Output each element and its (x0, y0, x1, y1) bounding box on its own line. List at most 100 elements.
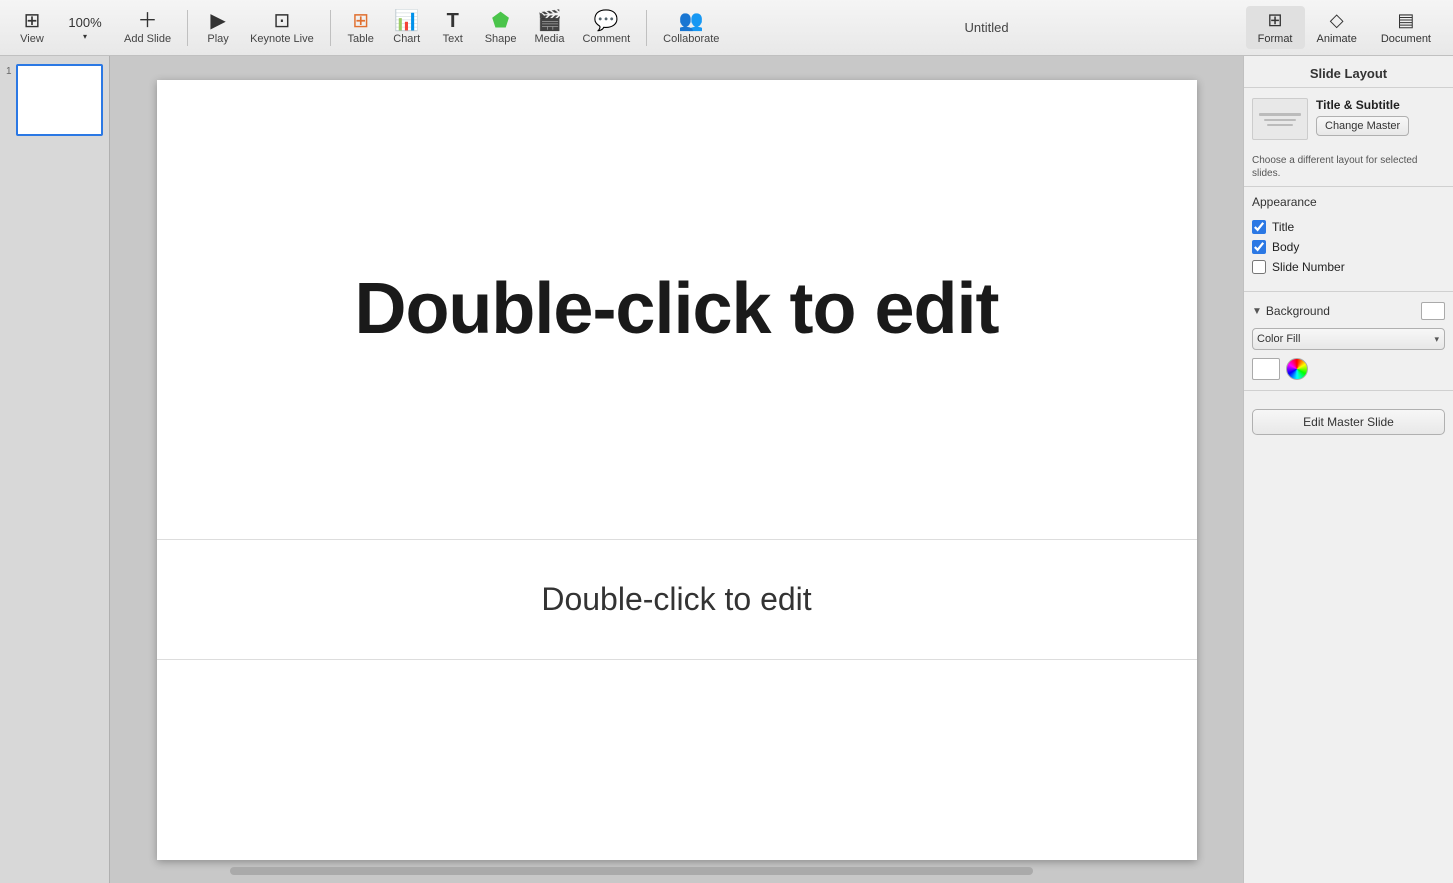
layout-info: Title & Subtitle Change Master (1316, 98, 1445, 136)
thumb-line-1 (1259, 113, 1300, 116)
slide-number-checkbox-label: Slide Number (1272, 260, 1345, 274)
slide-title-area[interactable]: Double-click to edit (157, 80, 1197, 540)
body-checkbox-label: Body (1272, 240, 1299, 254)
table-icon: ⊞ (352, 11, 369, 31)
shape-button[interactable]: ⬟ Shape (477, 7, 525, 49)
view-button[interactable]: ⊞ View (10, 7, 54, 49)
view-label: View (20, 33, 44, 45)
slide-number: 1 (6, 66, 12, 77)
main-layout: 1 Double-click to edit Double-click to e… (0, 56, 1453, 883)
media-icon: 🎬 (537, 11, 562, 31)
view-icon: ⊞ (24, 11, 41, 31)
title-checkbox-row: Title (1252, 217, 1445, 237)
body-checkbox-row: Body (1252, 237, 1445, 257)
section-divider-2 (1244, 390, 1453, 391)
table-button[interactable]: ⊞ Table (339, 7, 383, 49)
slide-number-checkbox[interactable] (1252, 260, 1266, 274)
slide-panel: 1 (0, 56, 110, 883)
background-label: Background (1266, 304, 1330, 318)
title-checkbox[interactable] (1252, 220, 1266, 234)
app-title: Untitled (731, 20, 1241, 35)
add-slide-label: Add Slide (124, 33, 171, 45)
thumb-line-2 (1264, 119, 1296, 121)
right-panel: Slide Layout Title & Subtitle Change Mas… (1243, 56, 1453, 883)
zoom-chevron-icon: ▾ (83, 32, 87, 41)
add-slide-icon: ＋ (138, 11, 158, 31)
toolbar-insert-group: ⊞ Table 📊 Chart T Text ⬟ Shape 🎬 Media 💬… (339, 7, 638, 49)
collaborate-button[interactable]: 👥 Collaborate (655, 7, 727, 49)
chart-label: Chart (393, 33, 420, 45)
animate-label: Animate (1317, 33, 1357, 45)
document-label: Document (1381, 33, 1431, 45)
layout-thumbnail (1252, 98, 1308, 140)
media-label: Media (535, 33, 565, 45)
color-fill-row: Color Fill ▾ (1244, 324, 1453, 354)
add-slide-button[interactable]: ＋ Add Slide (116, 7, 179, 49)
color-picker-icon[interactable] (1286, 358, 1308, 380)
color-preview-box[interactable] (1252, 358, 1280, 380)
edit-master-button[interactable]: Edit Master Slide (1252, 409, 1445, 435)
text-icon: T (447, 11, 459, 31)
slide-thumbnail-1[interactable] (16, 64, 103, 136)
format-icon: ⊞ (1268, 10, 1283, 31)
shape-label: Shape (485, 33, 517, 45)
collapse-icon: ▼ (1252, 306, 1262, 317)
title-checkbox-label: Title (1272, 220, 1294, 234)
layout-preview-section: Title & Subtitle Change Master (1244, 88, 1453, 150)
zoom-button[interactable]: 100% ▾ (56, 11, 114, 45)
animate-icon: ◇ (1330, 10, 1344, 31)
slide-subtitle-text[interactable]: Double-click to edit (541, 581, 811, 618)
document-icon: ▤ (1397, 10, 1414, 31)
media-button[interactable]: 🎬 Media (527, 7, 573, 49)
text-button[interactable]: T Text (431, 7, 475, 49)
format-label: Format (1258, 33, 1293, 45)
keynote-live-label: Keynote Live (250, 33, 314, 45)
appearance-header: Appearance (1244, 187, 1453, 213)
thumb-line-3 (1267, 124, 1292, 126)
zoom-value: 100% (68, 15, 101, 30)
comment-icon: 💬 (594, 11, 619, 31)
toolbar-sep-1 (187, 10, 188, 46)
chart-button[interactable]: 📊 Chart (385, 7, 429, 49)
body-checkbox[interactable] (1252, 240, 1266, 254)
canvas-scrollbar[interactable] (230, 867, 1033, 875)
slide-canvas[interactable]: Double-click to edit Double-click to edi… (157, 80, 1197, 860)
canvas-area: Double-click to edit Double-click to edi… (110, 56, 1243, 883)
appearance-section: Title Body Slide Number (1244, 213, 1453, 285)
toolbar-collaborate-group: 👥 Collaborate (655, 7, 727, 49)
background-color-swatch[interactable] (1421, 302, 1445, 320)
keynote-live-icon: ⊡ (274, 11, 291, 31)
toolbar: ⊞ View 100% ▾ ＋ Add Slide ▶ Play ⊡ Keyno… (0, 0, 1453, 56)
slide-subtitle-area[interactable]: Double-click to edit (157, 540, 1197, 660)
section-divider (1244, 291, 1453, 292)
keynote-live-button[interactable]: ⊡ Keynote Live (242, 7, 322, 49)
change-master-button[interactable]: Change Master (1316, 116, 1409, 136)
play-button[interactable]: ▶ Play (196, 7, 240, 49)
chart-icon: 📊 (394, 11, 419, 31)
collaborate-label: Collaborate (663, 33, 719, 45)
layout-name: Title & Subtitle (1316, 98, 1445, 112)
table-label: Table (348, 33, 374, 45)
slide-title-text[interactable]: Double-click to edit (354, 268, 998, 350)
toolbar-right-group: ⊞ Format ◇ Animate ▤ Document (1246, 6, 1443, 49)
toolbar-sep-2 (330, 10, 331, 46)
color-fill-select[interactable]: Color Fill (1252, 328, 1445, 350)
right-panel-title: Slide Layout (1244, 56, 1453, 88)
toolbar-playback-group: ▶ Play ⊡ Keynote Live (196, 7, 322, 49)
background-header-row: ▼ Background (1244, 298, 1453, 324)
shape-icon: ⬟ (492, 11, 509, 31)
format-button[interactable]: ⊞ Format (1246, 6, 1305, 49)
slide-number-checkbox-row: Slide Number (1252, 257, 1445, 277)
toolbar-left-group: ⊞ View 100% ▾ ＋ Add Slide (10, 7, 179, 49)
animate-button[interactable]: ◇ Animate (1305, 6, 1369, 49)
play-label: Play (207, 33, 228, 45)
tooltip-hint: Choose a different layout for selected s… (1244, 150, 1453, 187)
comment-label: Comment (582, 33, 630, 45)
collaborate-icon: 👥 (679, 11, 704, 31)
text-label: Text (443, 33, 463, 45)
document-button[interactable]: ▤ Document (1369, 6, 1443, 49)
toolbar-sep-3 (646, 10, 647, 46)
color-preview-row (1244, 354, 1453, 384)
comment-button[interactable]: 💬 Comment (574, 7, 638, 49)
play-icon: ▶ (210, 11, 225, 31)
